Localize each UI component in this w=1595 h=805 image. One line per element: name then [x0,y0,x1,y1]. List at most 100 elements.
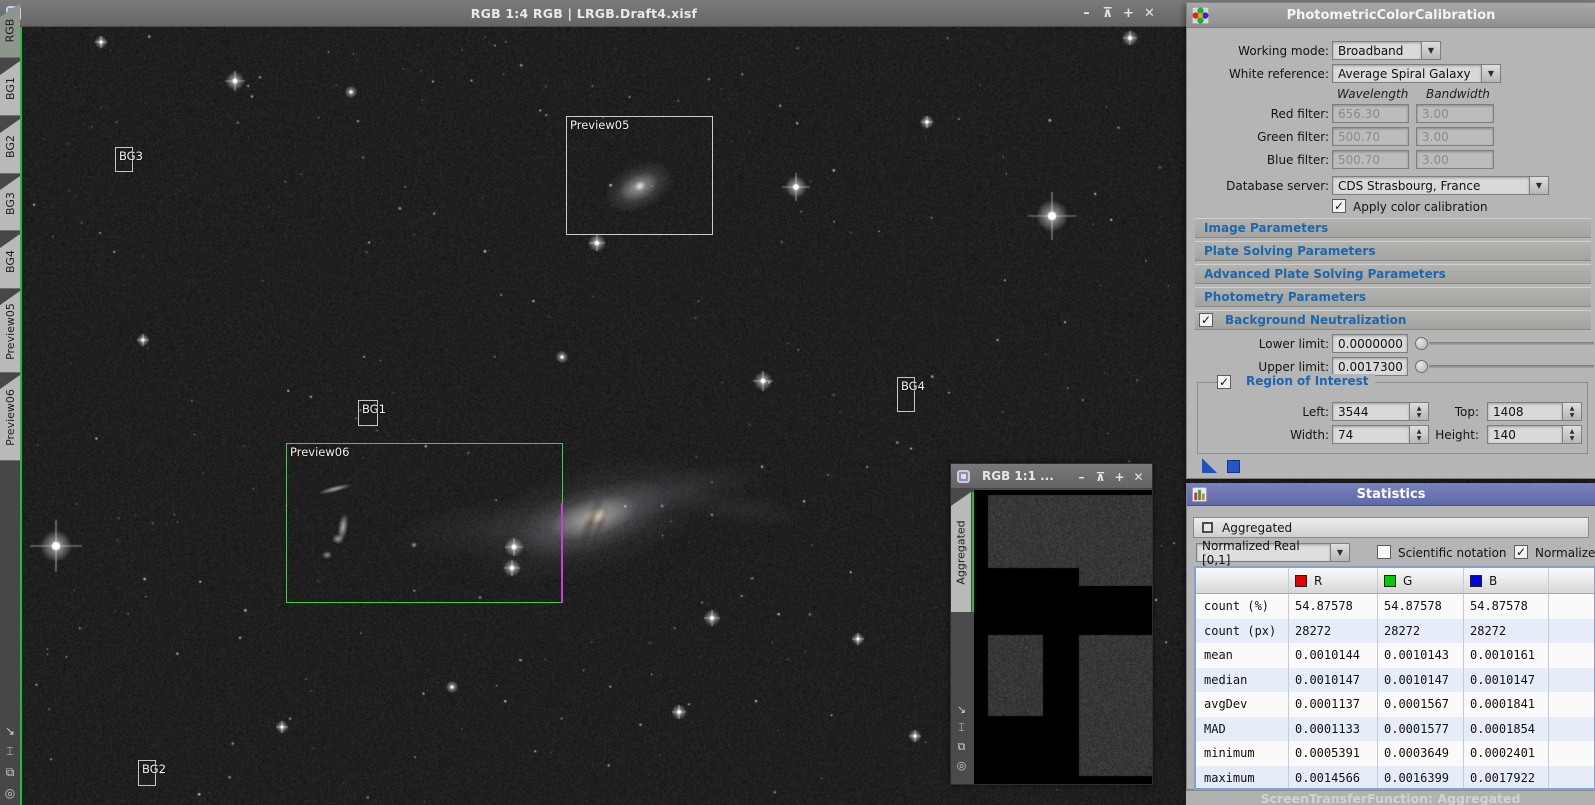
green-wavelength-field[interactable]: 500.70 [1332,127,1409,146]
preview-window[interactable]: RGB 1:1 ... – ⊼ + ✕ Aggregated ↘ ⌶ ⧉ ◎ [950,463,1153,785]
target-icon[interactable]: ◎ [957,759,967,772]
red-swatch [1295,574,1307,587]
resize-icon[interactable]: ↘ [957,703,966,716]
blue-wavelength-field[interactable]: 500.70 [1332,150,1409,169]
red-wavelength-field[interactable]: 656.30 [1332,104,1409,123]
fit-view-icon[interactable]: ⌶ [958,721,965,735]
section-advanced-plate-solving[interactable]: Advanced Plate Solving Parameters [1195,264,1591,284]
blue-swatch [1470,574,1482,587]
close-button[interactable]: ✕ [1129,470,1148,484]
expand-button[interactable]: + [1110,470,1129,484]
dropdown-icon[interactable]: ▼ [1530,176,1549,195]
database-server-select[interactable]: CDS Strasbourg, France [1332,176,1530,195]
lower-limit-slider[interactable] [1429,342,1594,345]
pcc-titlebar[interactable]: PhotometricColorCalibration [1187,3,1595,28]
red-bandwidth-field[interactable]: 3.00 [1416,104,1494,123]
working-mode-select[interactable]: Broadband [1332,41,1422,60]
close-button[interactable]: ✕ [1139,6,1160,21]
apply-button[interactable] [1227,460,1240,473]
fit-view-icon[interactable]: ⌶ [6,744,13,759]
expand-button[interactable]: + [1118,6,1139,21]
normalized-label: Normalized [1535,546,1595,560]
wavelength-header: Wavelength [1337,87,1409,101]
clone-view-icon[interactable]: ⧉ [6,765,15,780]
roi-top-label: Top: [1454,405,1479,419]
table-row: mean 0.0010144 0.0010143 0.0010161 [1196,643,1594,668]
roi-width-label: Width: [1290,428,1329,442]
statistics-table[interactable]: R G B count (%) 54.87578 54.87578 54.87578 … [1194,566,1595,790]
statistics-titlebar[interactable]: Statistics [1187,484,1595,506]
section-photometry[interactable]: Photometry Parameters [1195,287,1591,307]
roi-height-spinner[interactable]: ▲ ▼ [1563,425,1582,444]
minimize-button[interactable]: – [1072,470,1091,484]
dropdown-icon[interactable]: ▼ [1422,41,1441,60]
bg3-rect[interactable]: BG3 [115,147,143,172]
background-window-titlebar[interactable]: ScreenTransferFunction: Aggregated [1186,790,1595,805]
table-row: MAD 0.0001133 0.0001577 0.0001854 [1196,716,1594,741]
roi-top-spinner[interactable]: ▲ ▼ [1563,402,1582,421]
section-image-parameters[interactable]: Image Parameters [1195,218,1591,238]
new-instance-button[interactable] [1202,458,1217,473]
bg4-label: BG4 [901,379,925,393]
window-icon[interactable] [957,469,970,483]
statistics-panel: Statistics Aggregated Normalized Real [0… [1186,483,1595,790]
pcc-dialog: PhotometricColorCalibration Working mode… [1186,2,1595,479]
roi-top-field[interactable]: 1408 [1487,402,1563,421]
region-of-interest-checkbox[interactable]: ✓ [1217,375,1231,389]
preview-window-titlebar[interactable]: RGB 1:1 ... – ⊼ + ✕ [951,464,1152,489]
table-row: avgDev 0.0001137 0.0001567 0.0001841 [1196,692,1594,717]
scientific-notation-checkbox[interactable] [1377,545,1391,559]
target-icon[interactable]: ◎ [5,786,15,800]
blue-bandwidth-field[interactable]: 3.00 [1416,150,1494,169]
section-plate-solving[interactable]: Plate Solving Parameters [1195,241,1591,261]
aggregated-view-canvas[interactable] [974,490,1152,784]
upper-limit-slider[interactable] [1429,365,1594,368]
minimize-button[interactable]: – [1076,6,1097,21]
aggregated-toggle[interactable]: Aggregated [1193,517,1589,538]
resize-icon[interactable]: ↘ [5,724,15,738]
table-row: count (%) 54.87578 54.87578 54.87578 [1196,594,1594,619]
section-background-neutralization[interactable]: Background Neutralization [1195,310,1591,330]
upper-limit-slider-thumb[interactable] [1415,360,1428,373]
bg3-label: BG3 [119,149,143,163]
statistics-icon [1192,487,1207,502]
roi-height-field[interactable]: 140 [1487,425,1563,444]
table-row: count (px) 28272 28272 28272 [1196,618,1594,643]
bg2-label: BG2 [142,762,166,776]
lower-limit-slider-thumb[interactable] [1415,337,1428,350]
bg2-rect[interactable]: BG2 [138,760,166,786]
dropdown-icon[interactable]: ▼ [1482,64,1501,83]
background-neutralization-checkbox[interactable]: ✓ [1199,313,1213,327]
table-row: maximum 0.0014566 0.0016399 0.0017922 [1196,765,1594,788]
bg4-rect[interactable]: BG4 [897,377,925,412]
green-bandwidth-field[interactable]: 3.00 [1416,127,1494,146]
bg1-label: BG1 [362,402,386,416]
normalized-checkbox[interactable]: ✓ [1514,545,1528,559]
lower-limit-field[interactable]: 0.0000000 [1332,334,1408,353]
statistics-title: Statistics [1356,487,1426,502]
shade-button[interactable]: ⊼ [1097,6,1118,21]
aggregated-toggle-icon [1202,522,1213,533]
range-select[interactable]: Normalized Real [0,1] [1196,539,1331,567]
tab-aggregated[interactable]: Aggregated [951,492,971,612]
apply-color-calibration-checkbox[interactable]: ✓ [1332,199,1346,213]
preview-window-title: RGB 1:1 ... [982,469,1054,483]
bandwidth-header: Bandwidth [1426,87,1490,101]
tab-preview06[interactable]: Preview06 [0,375,20,461]
white-reference-label: White reference: [1228,67,1329,81]
bg1-rect[interactable]: BG1 [358,400,386,426]
table-row: median 0.0010147 0.0010147 0.0010147 [1196,667,1594,692]
blue-filter-label: Blue filter: [1266,153,1329,167]
table-row: minimum 0.0005391 0.0003649 0.0002401 [1196,741,1594,766]
white-reference-select[interactable]: Average Spiral Galaxy [1332,64,1482,83]
region-of-interest-title: Region of Interest [1222,374,1375,388]
table-header: R G B [1196,568,1594,594]
main-window-title: RGB 1:4 RGB | LRGB.Draft4.xisf [470,5,698,21]
green-swatch [1384,574,1396,587]
tab-preview05[interactable]: Preview05 [0,291,20,373]
shade-button[interactable]: ⊼ [1091,470,1110,484]
dropdown-icon[interactable]: ▼ [1331,543,1350,562]
red-filter-label: Red filter: [1270,107,1329,121]
aggregated-toggle-label: Aggregated [1222,520,1293,535]
clone-view-icon[interactable]: ⧉ [958,740,966,754]
